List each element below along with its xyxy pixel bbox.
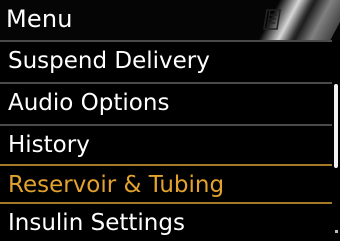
menu-item-label: Reservoir & Tubing: [8, 172, 225, 198]
menu-title: Menu: [6, 5, 73, 33]
menu-item-label: Audio Options: [8, 90, 170, 116]
menu-item-label: Suspend Delivery: [8, 48, 210, 74]
menu-item-suspend-delivery[interactable]: Suspend Delivery: [0, 42, 332, 82]
menu-list: Suspend Delivery Audio Options History R…: [0, 40, 332, 241]
scrollbar[interactable]: [333, 40, 340, 241]
menu-item-insulin-settings[interactable]: Insulin Settings: [0, 204, 332, 241]
pump-screen: Menu Suspend Delivery Audio Options Hist…: [0, 0, 340, 241]
menu-item-label: History: [8, 132, 90, 158]
menu-item-history[interactable]: History: [0, 126, 332, 166]
scrollbar-end-marker: [335, 230, 338, 233]
menu-item-audio-options[interactable]: Audio Options: [0, 84, 332, 124]
title-bar: Menu: [0, 0, 340, 40]
menu-item-reservoir-tubing[interactable]: Reservoir & Tubing: [0, 166, 332, 206]
scrollbar-thumb[interactable]: [334, 84, 338, 168]
menu-item-label: Insulin Settings: [8, 210, 185, 236]
notebook-icon: [263, 9, 281, 30]
